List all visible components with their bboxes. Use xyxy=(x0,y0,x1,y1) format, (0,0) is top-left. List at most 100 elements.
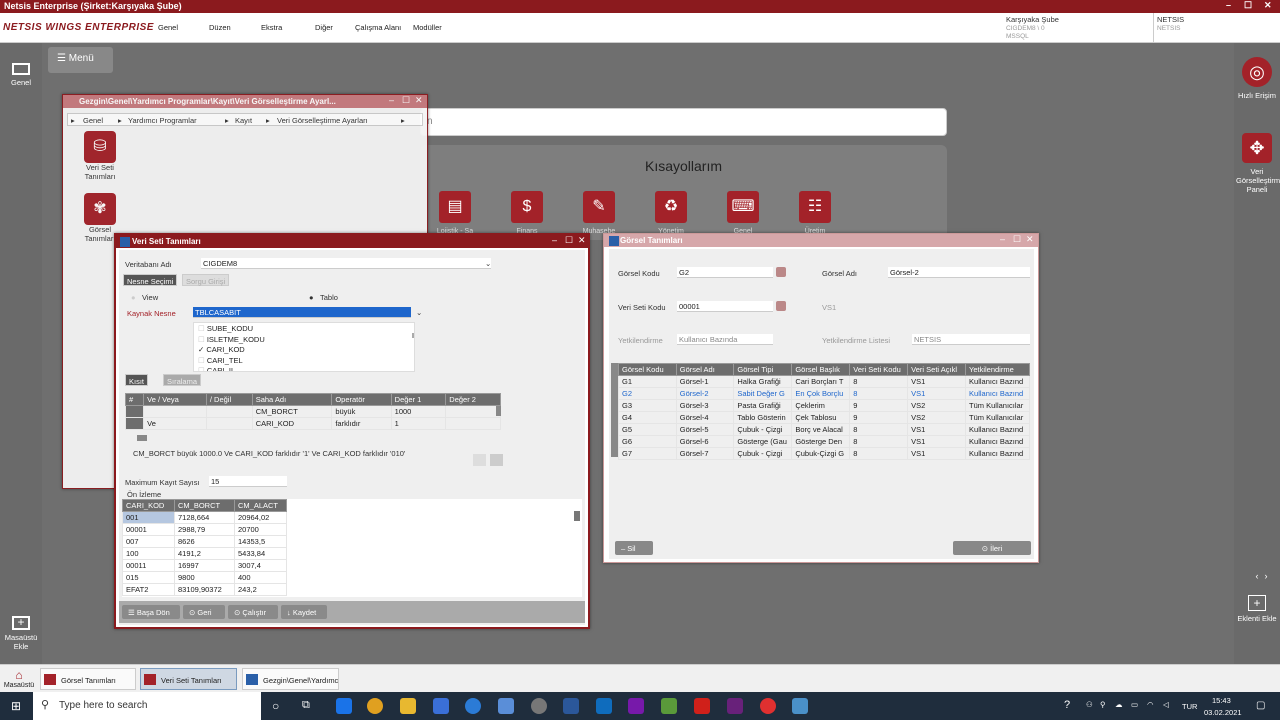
crumb-veri-gorsel[interactable]: Veri Görselleştirme Ayarları xyxy=(277,116,368,125)
help-icon[interactable]: ? xyxy=(1064,699,1070,711)
checkbox-icon[interactable]: ☐ xyxy=(198,366,207,371)
table-row[interactable]: 00011 16997 3007,4 xyxy=(122,559,287,572)
crumb-genel[interactable]: Genel xyxy=(83,116,103,125)
app-icon[interactable] xyxy=(498,698,514,714)
acrobat-icon[interactable] xyxy=(694,698,710,714)
field-list-item[interactable]: ☐ CARI_IL xyxy=(198,366,235,371)
table-cell[interactable]: VS1 xyxy=(907,387,967,400)
table-cell[interactable]: VS2 xyxy=(907,411,967,424)
lookup-icon[interactable] xyxy=(776,301,786,311)
table-cell[interactable]: Görsel-3 xyxy=(675,399,735,412)
minimize-icon[interactable]: – xyxy=(1226,0,1231,10)
column-header[interactable]: Görsel Tipi xyxy=(733,363,793,376)
tab-kisit[interactable]: Kısıt xyxy=(125,374,149,386)
edge-icon[interactable] xyxy=(336,698,352,714)
table-cell[interactable]: 7128,664 xyxy=(174,511,235,524)
tab-nesne-secimi[interactable]: Nesne Seçimi xyxy=(123,274,178,286)
menu-button[interactable]: ☰ Menü xyxy=(48,47,113,73)
maximize-icon[interactable]: ☐ xyxy=(1244,0,1252,11)
table-cell[interactable]: Görsel-2 xyxy=(675,387,735,400)
task-veriseti[interactable]: Veri Seti Tanımları xyxy=(140,668,237,690)
table-cell[interactable]: Pasta Grafiği xyxy=(733,399,793,412)
table-row[interactable]: 00001 2988,79 20700 xyxy=(122,523,287,536)
table-cell[interactable]: 3007,4 xyxy=(234,559,287,572)
table-cell[interactable]: Borç ve Alacal xyxy=(791,423,851,436)
table-cell[interactable]: 100 xyxy=(122,547,175,560)
table-cell[interactable]: G7 xyxy=(618,447,677,460)
minimize-icon[interactable]: – xyxy=(1000,234,1005,244)
column-header[interactable]: Görsel Adı xyxy=(675,363,735,376)
scrollbar-thumb[interactable] xyxy=(496,406,501,416)
table-cell[interactable]: Kullanıcı Bazınd xyxy=(965,375,1030,388)
table-cell[interactable]: 9 xyxy=(849,411,909,424)
table-cell[interactable]: Gösterge Den xyxy=(791,435,851,448)
table-cell[interactable]: G1 xyxy=(618,375,677,388)
table-cell[interactable]: Kullanıcı Bazınd xyxy=(965,423,1030,436)
table-cell[interactable]: 00001 xyxy=(122,523,175,536)
table-row[interactable]: CM_BORCT büyük 1000 xyxy=(124,405,501,418)
h-scrollbar-thumb[interactable] xyxy=(137,435,147,441)
menu-moduller[interactable]: Modüller xyxy=(413,23,442,32)
table-row[interactable]: G2 Görsel-2 Sabit Değer G En Çok Borçlu 8 VS1… xyxy=(618,387,1030,400)
sil-button[interactable]: – Sil xyxy=(615,541,653,555)
chrome-icon[interactable] xyxy=(367,698,383,714)
task-gezgin[interactable]: Gezgin\Genel\Yardımc xyxy=(242,668,339,690)
table-cell[interactable]: 00011 xyxy=(122,559,175,572)
media-icon[interactable] xyxy=(531,698,547,714)
table-row[interactable]: G6 Görsel-6 Gösterge (Gau Gösterge Den 8 VS1 K… xyxy=(618,435,1030,448)
clock-date[interactable]: 03.02.2021 xyxy=(1204,708,1242,717)
table-cell[interactable]: EFAT2 xyxy=(122,583,175,596)
close-icon[interactable]: ✕ xyxy=(1264,0,1272,11)
table-cell[interactable]: 8 xyxy=(849,447,909,460)
close-icon[interactable]: ✕ xyxy=(1026,234,1034,245)
scrollbar-thumb[interactable] xyxy=(412,333,414,338)
volume-icon[interactable]: ◁ xyxy=(1163,700,1169,709)
cortana-icon[interactable]: ○ xyxy=(272,699,279,713)
table-cell[interactable]: 4191,2 xyxy=(174,547,235,560)
table-row[interactable]: Ve CARI_KOD farklıdır 1 xyxy=(124,417,501,430)
scrollbar-thumb[interactable] xyxy=(574,511,580,521)
column-header[interactable]: CM_BORCT xyxy=(174,499,235,512)
table-cell[interactable]: Görsel-6 xyxy=(675,435,735,448)
table-cell[interactable]: CM_BORCT xyxy=(251,405,333,418)
crumb-kayit[interactable]: Kayıt xyxy=(235,116,252,125)
column-header[interactable]: CM_ALACT xyxy=(234,499,287,512)
source-select[interactable]: TBLCASABIT xyxy=(193,307,411,318)
table-cell[interactable]: 9800 xyxy=(174,571,235,584)
menu-genel[interactable]: Genel xyxy=(158,23,178,32)
radio-view-icon[interactable]: ● xyxy=(131,293,136,302)
column-header[interactable]: # xyxy=(124,393,145,406)
field-list-item[interactable]: ☐ SUBE_KODU xyxy=(198,324,253,334)
table-cell[interactable]: 20964,02 xyxy=(234,511,287,524)
menu-diger[interactable]: Diğer xyxy=(315,23,333,32)
visual-panel[interactable]: ✥ Veri Görselleştirme Paneli xyxy=(1236,133,1280,194)
cloud-icon[interactable]: ☁ xyxy=(1115,700,1123,709)
table-cell[interactable] xyxy=(445,405,501,418)
table-row[interactable]: G3 Görsel-3 Pasta Grafiği Çeklerim 9 VS2 Tüm K… xyxy=(618,399,1030,412)
accounting-icon[interactable]: ✎ xyxy=(583,191,615,223)
table-row[interactable]: 100 4191,2 5433,84 xyxy=(122,547,287,560)
table-cell[interactable]: 8 xyxy=(849,423,909,436)
table-cell[interactable]: Ve xyxy=(143,417,207,430)
onenote-icon[interactable] xyxy=(628,698,644,714)
table-cell[interactable]: 243,2 xyxy=(234,583,287,596)
table-cell[interactable]: 1000 xyxy=(390,405,447,418)
tab-sorgu-girisi[interactable]: Sorgu Girişi xyxy=(182,274,230,286)
column-header[interactable]: Görsel Kodu xyxy=(618,363,677,376)
table-cell[interactable]: G4 xyxy=(618,411,677,424)
close-icon[interactable]: ✕ xyxy=(415,95,423,106)
table-cell[interactable]: Tüm Kullanıcılar xyxy=(965,399,1030,412)
table-cell[interactable]: Görsel-7 xyxy=(675,447,735,460)
table-cell[interactable]: VS2 xyxy=(907,399,967,412)
table-cell[interactable]: Tüm Kullanıcılar xyxy=(965,411,1030,424)
table-cell[interactable]: Çubuk - Çizgi xyxy=(733,423,793,436)
logistics-icon[interactable]: ▤ xyxy=(439,191,471,223)
field-list-item[interactable]: ☐ CARI_TEL xyxy=(198,356,243,366)
max-records-input[interactable]: 15 xyxy=(209,476,287,487)
field-list-item[interactable]: ☐ ISLETME_KODU xyxy=(198,335,265,345)
table-cell[interactable]: VS1 xyxy=(907,423,967,436)
finance-icon[interactable]: $ xyxy=(511,191,543,223)
ileri-button[interactable]: ⊙ İleri xyxy=(953,541,1031,555)
table-row[interactable]: G4 Görsel-4 Tablo Gösterin Çek Tablosu 9 VS2 T… xyxy=(618,411,1030,424)
table-cell[interactable] xyxy=(205,405,253,418)
